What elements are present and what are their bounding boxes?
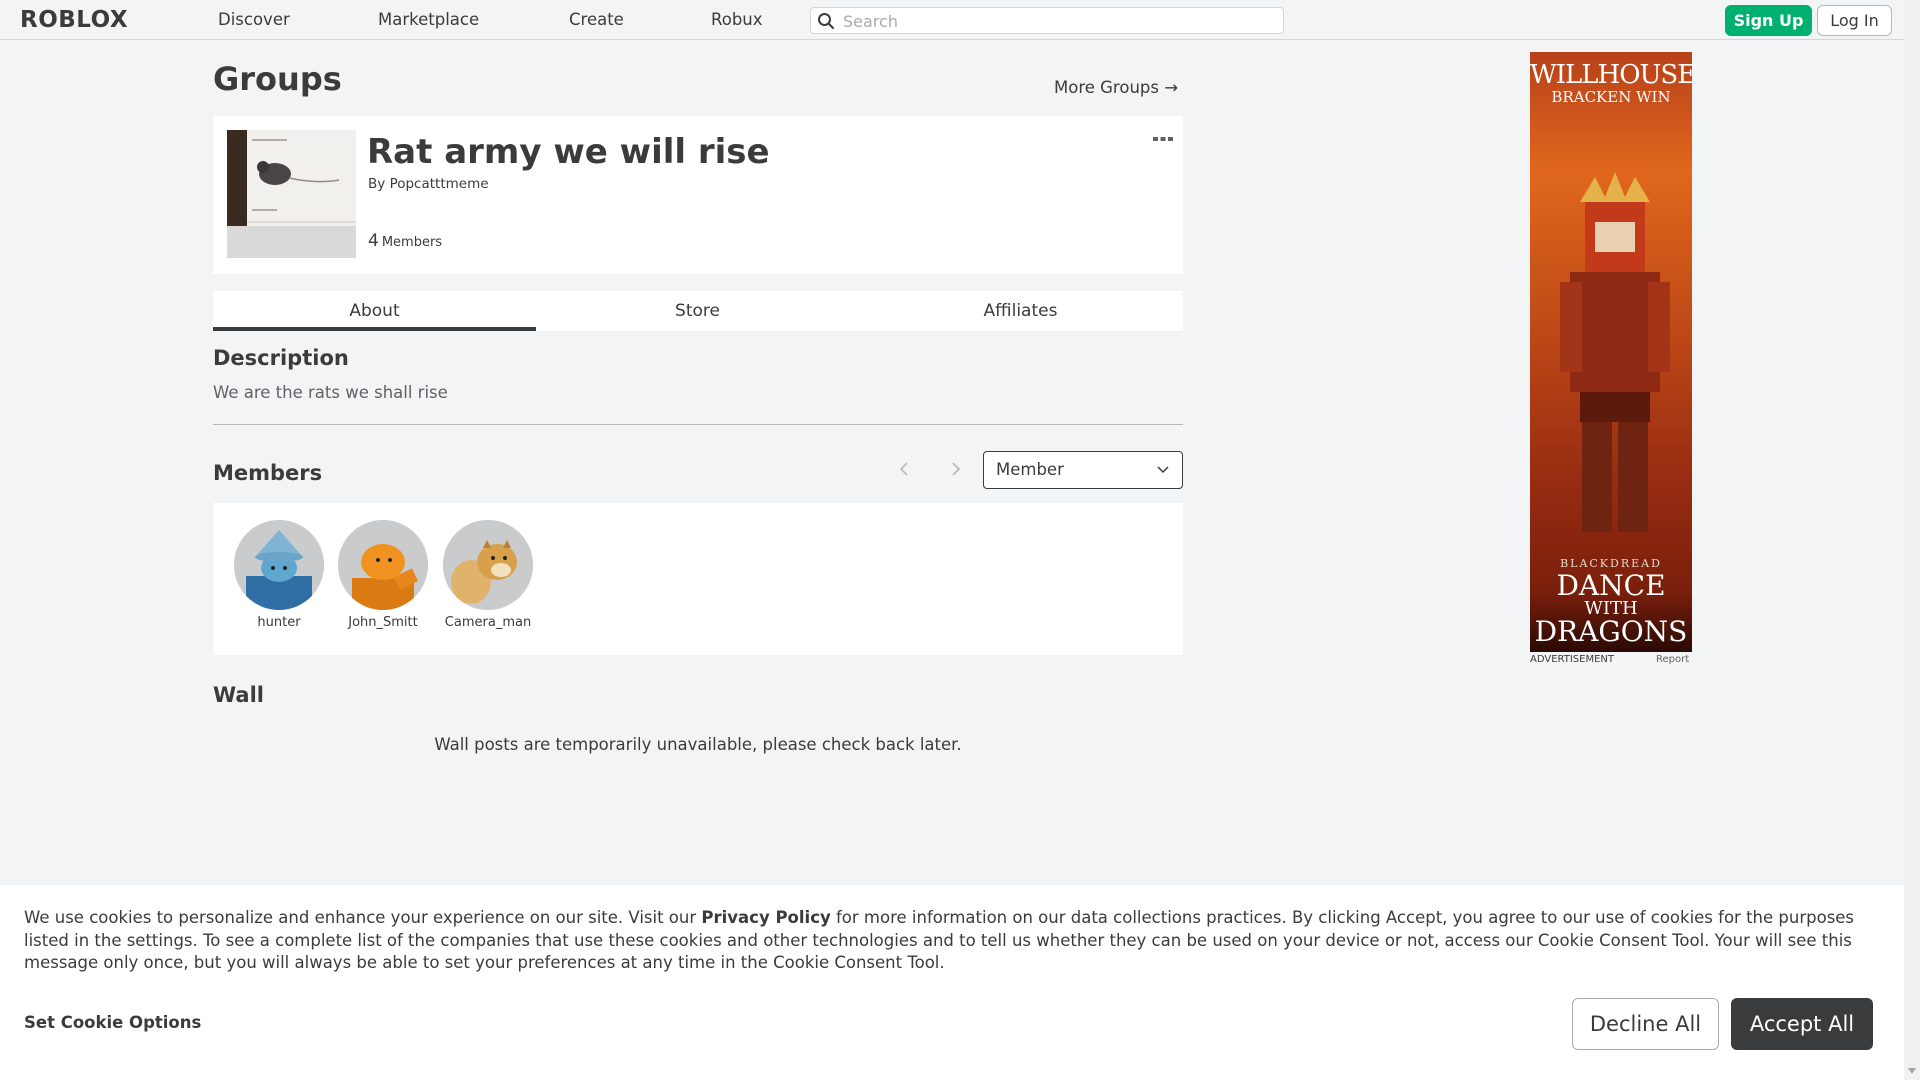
more-groups-link[interactable]: More Groups →	[1054, 78, 1178, 97]
page-title: Groups	[213, 60, 342, 98]
accept-all-button[interactable]: Accept All	[1731, 998, 1873, 1050]
nav-link-marketplace[interactable]: Marketplace	[378, 10, 479, 29]
chevron-right-icon[interactable]	[949, 460, 963, 478]
search-icon	[818, 13, 834, 29]
ad-title-bottom: DANCE WITH DRAGONS	[1530, 572, 1692, 646]
top-navigation-bar: ROBLOX Discover Marketplace Create Robux…	[0, 0, 1920, 40]
role-dropdown-value: Member	[996, 460, 1064, 479]
nav-link-robux[interactable]: Robux	[711, 10, 763, 29]
member-count: 4 Members	[368, 231, 442, 251]
chevron-down-icon	[1157, 466, 1169, 474]
page-scrollbar[interactable]	[1904, 0, 1920, 1080]
member-count-label: Members	[381, 235, 443, 250]
members-heading: Members	[213, 461, 323, 485]
avatar[interactable]	[234, 520, 324, 610]
log-in-button[interactable]: Log In	[1817, 5, 1892, 36]
role-dropdown[interactable]: Member	[983, 451, 1183, 489]
cookie-consent-banner: We use cookies to personalize and enhanc…	[0, 885, 1904, 1080]
advertisement-banner[interactable]: WILLHOUSE BRACKEN WIN BLACKDREAD DANCE W…	[1530, 52, 1692, 652]
cookie-consent-text: We use cookies to personalize and enhanc…	[24, 907, 1884, 975]
ad-title-top: WILLHOUSE	[1530, 60, 1692, 90]
member-count-value: 4	[368, 231, 379, 251]
search-input[interactable]	[843, 10, 1273, 32]
group-owner-link[interactable]: Popcatttmeme	[390, 176, 489, 192]
group-description: We are the rats we shall rise	[213, 383, 448, 402]
avatar[interactable]	[443, 520, 533, 610]
rat-emblem-image	[227, 130, 356, 258]
ad-title-sub: BRACKEN WIN	[1551, 88, 1671, 106]
advertisement-label: ADVERTISEMENT	[1530, 654, 1615, 665]
member-card[interactable]: John_Smitt	[333, 520, 433, 630]
search-box[interactable]	[810, 7, 1284, 34]
group-emblem-image	[227, 130, 356, 258]
divider	[213, 424, 1183, 425]
chevron-left-icon[interactable]	[897, 460, 911, 478]
member-name[interactable]: Camera_man	[438, 615, 538, 630]
privacy-policy-link[interactable]: Privacy Policy	[701, 908, 830, 927]
tab-about[interactable]: About	[213, 291, 536, 331]
ad-title-line: DRAGONS	[1534, 615, 1688, 648]
nav-link-discover[interactable]: Discover	[218, 10, 290, 29]
scroll-down-arrow-icon[interactable]	[1908, 1068, 1916, 1074]
decline-all-button[interactable]: Decline All	[1572, 998, 1719, 1050]
avatar-image	[234, 520, 324, 610]
avatar-image	[443, 520, 533, 610]
cookie-text-part: We use cookies to personalize and enhanc…	[24, 908, 702, 927]
avatar[interactable]	[338, 520, 428, 610]
group-name: Rat army we will rise	[367, 132, 770, 172]
group-owner-line: By Popcatttmeme	[368, 176, 489, 192]
group-tabs: About Store Affiliates	[213, 291, 1183, 331]
member-card[interactable]: Camera_man	[438, 520, 538, 630]
member-card[interactable]: hunter	[229, 520, 329, 630]
tab-affiliates[interactable]: Affiliates	[859, 291, 1182, 331]
members-panel: hunter John_Smitt Camera_man	[213, 503, 1183, 655]
avatar-image	[338, 520, 428, 610]
wall-heading: Wall	[213, 683, 264, 707]
report-ad-link[interactable]: Report	[1656, 654, 1689, 665]
member-name[interactable]: hunter	[229, 615, 329, 630]
group-header-card: Rat army we will rise By Popcatttmeme 4M…	[213, 116, 1183, 274]
more-options-icon[interactable]	[1152, 134, 1174, 144]
description-heading: Description	[213, 346, 349, 370]
member-name[interactable]: John_Smitt	[333, 615, 433, 630]
wall-unavailable-message: Wall posts are temporarily unavailable, …	[434, 735, 962, 754]
ad-figure-image	[1560, 172, 1670, 532]
sign-up-button[interactable]: Sign Up	[1725, 5, 1812, 36]
nav-link-create[interactable]: Create	[569, 10, 624, 29]
by-label: By	[368, 176, 386, 192]
tab-store[interactable]: Store	[536, 291, 859, 331]
ad-title-line: DANCE	[1556, 569, 1666, 602]
set-cookie-options-link[interactable]: Set Cookie Options	[24, 1013, 201, 1032]
roblox-logo[interactable]: ROBLOX	[20, 7, 128, 33]
